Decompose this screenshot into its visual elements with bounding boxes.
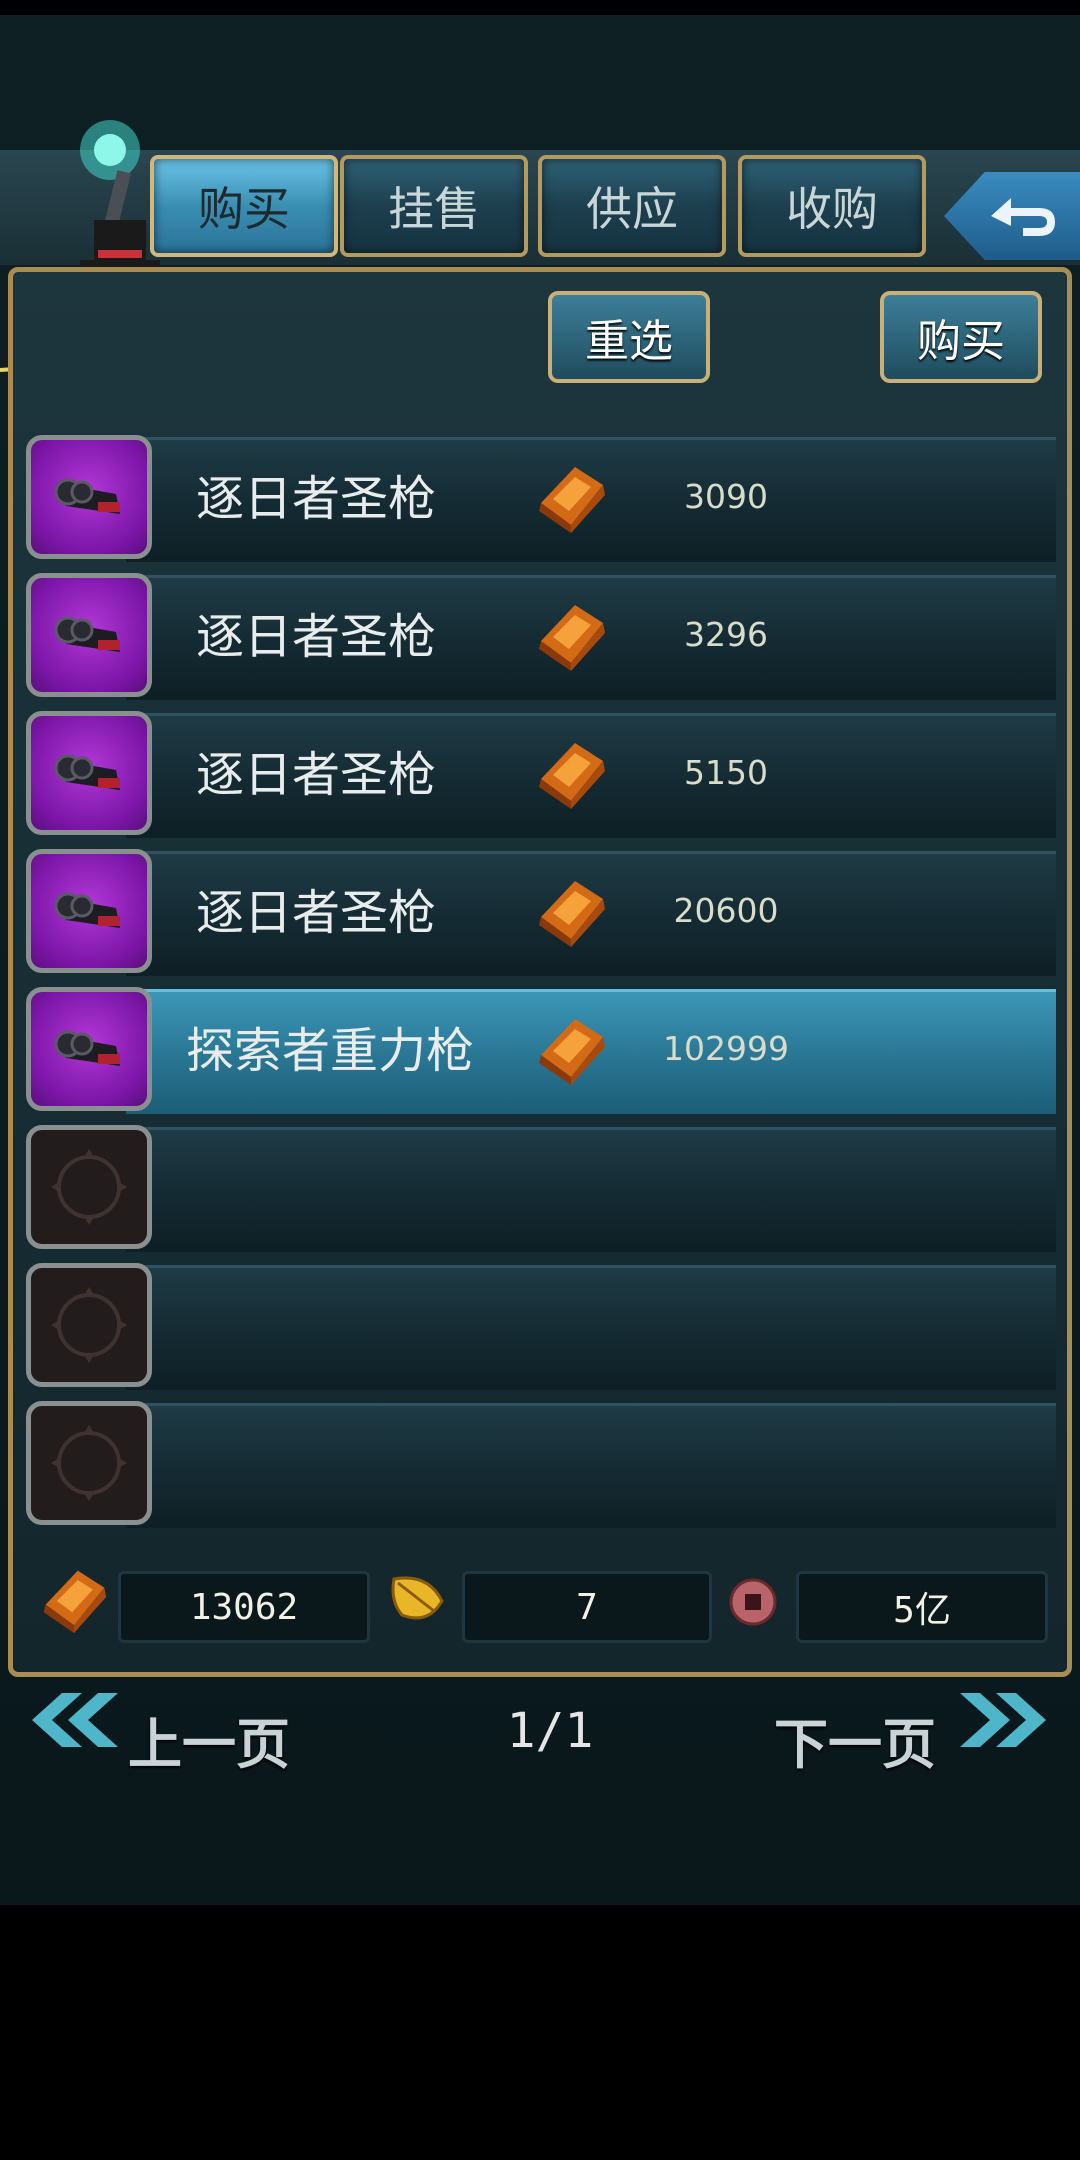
game-area: 购买 挂售 供应 收购 重选 购买 逐日者圣枪 3090 逐日者圣枪 3296 … bbox=[0, 15, 1080, 1905]
item-price: 3296 bbox=[684, 615, 768, 654]
next-page-button[interactable]: 下一页 bbox=[774, 1700, 936, 1779]
item-name: 探索者重力枪 bbox=[186, 1023, 475, 1079]
item-price: 5150 bbox=[684, 753, 768, 792]
gun-icon bbox=[54, 892, 120, 928]
empty-listing-row bbox=[26, 1259, 1056, 1390]
gold-balance: 13062 bbox=[118, 1571, 370, 1643]
empty-listing-row bbox=[26, 1121, 1056, 1252]
empty-slot-icon bbox=[51, 1149, 127, 1225]
listing-row[interactable]: 逐日者圣枪 3296 bbox=[26, 569, 1056, 700]
row-background bbox=[126, 1127, 1056, 1252]
row-background bbox=[126, 1403, 1056, 1528]
copper-coin-icon bbox=[729, 1578, 777, 1626]
empty-slot bbox=[26, 1401, 152, 1525]
item-slot[interactable] bbox=[26, 573, 152, 697]
item-price: 3090 bbox=[684, 477, 768, 516]
item-name: 逐日者圣枪 bbox=[196, 471, 437, 527]
gold-ingot-icon bbox=[43, 1570, 107, 1633]
empty-slot bbox=[26, 1125, 152, 1249]
coin-balance: 5亿 bbox=[796, 1571, 1048, 1643]
gun-icon bbox=[54, 1030, 120, 1066]
listing-row[interactable]: 逐日者圣枪 5150 bbox=[26, 707, 1056, 838]
leaf-balance: 7 bbox=[462, 1571, 712, 1643]
buy-button[interactable]: 购买 bbox=[880, 291, 1042, 383]
gold-ingot-icon bbox=[539, 743, 605, 809]
double-chevron-right-icon[interactable] bbox=[958, 1685, 1058, 1755]
item-name: 逐日者圣枪 bbox=[196, 885, 437, 941]
leaf-icon bbox=[391, 1576, 444, 1620]
gun-icon bbox=[54, 478, 120, 514]
item-slot[interactable] bbox=[26, 987, 152, 1111]
listing-row-selected[interactable]: 探索者重力枪 102999 bbox=[26, 983, 1056, 1114]
item-price: 20600 bbox=[673, 891, 779, 930]
tab-sell[interactable]: 挂售 bbox=[340, 155, 528, 257]
gun-icon bbox=[54, 754, 120, 790]
gold-ingot-icon bbox=[539, 605, 605, 671]
tab-supply[interactable]: 供应 bbox=[538, 155, 726, 257]
listing-row[interactable]: 逐日者圣枪 20600 bbox=[26, 845, 1056, 976]
gun-icon bbox=[54, 616, 120, 652]
item-slot[interactable] bbox=[26, 435, 152, 559]
item-name: 逐日者圣枪 bbox=[196, 609, 437, 665]
reselect-button[interactable]: 重选 bbox=[548, 291, 710, 383]
gold-ingot-icon bbox=[539, 467, 605, 533]
gold-ingot-icon bbox=[539, 1019, 605, 1085]
item-name: 逐日者圣枪 bbox=[196, 747, 437, 803]
item-slot[interactable] bbox=[26, 711, 152, 835]
listing-row[interactable]: 逐日者圣枪 3090 bbox=[26, 431, 1056, 562]
empty-slot bbox=[26, 1263, 152, 1387]
double-chevron-left-icon[interactable] bbox=[20, 1685, 120, 1755]
screen: 购买 挂售 供应 收购 重选 购买 逐日者圣枪 3090 逐日者圣枪 3296 … bbox=[0, 0, 1080, 2160]
prev-page-button[interactable]: 上一页 bbox=[128, 1700, 290, 1779]
tab-purchase-order[interactable]: 收购 bbox=[738, 155, 926, 257]
empty-listing-row bbox=[26, 1397, 1056, 1528]
item-slot[interactable] bbox=[26, 849, 152, 973]
empty-slot-icon bbox=[51, 1425, 127, 1501]
return-arrow-icon bbox=[991, 198, 1055, 236]
empty-slot-icon bbox=[51, 1287, 127, 1363]
item-price: 102999 bbox=[663, 1029, 789, 1068]
gold-ingot-icon bbox=[539, 881, 605, 947]
page-indicator: 1/1 bbox=[506, 1703, 594, 1759]
row-background bbox=[126, 1265, 1056, 1390]
